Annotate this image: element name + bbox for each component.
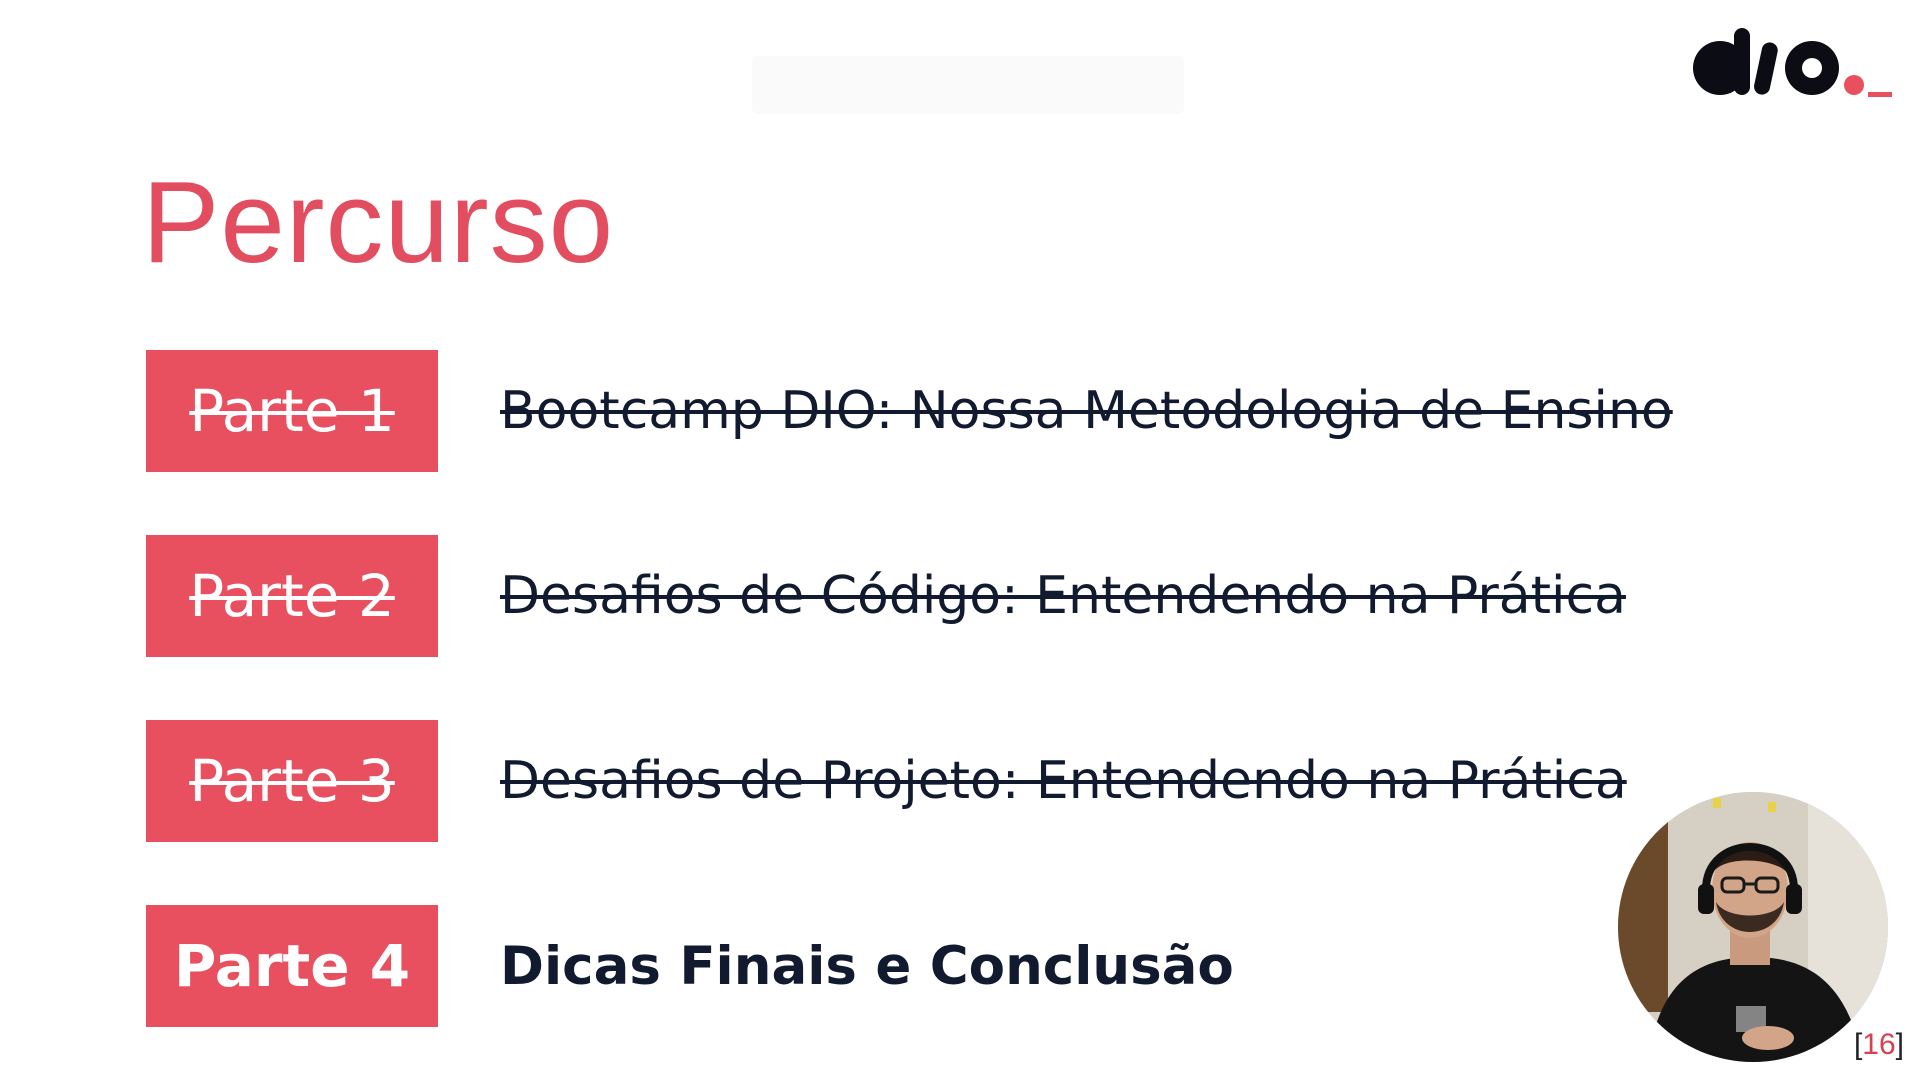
page-number-value: 16 [1862, 1028, 1896, 1061]
presenter-webcam [1618, 792, 1888, 1062]
page-number: [16] [1853, 1028, 1904, 1061]
part-topic: Desafios de Código: Entendendo na Prátic… [500, 566, 1626, 626]
agenda-item-part-3: Parte 3 Desafios de Projeto: Entendendo … [146, 720, 1746, 842]
part-topic: Bootcamp DIO: Nossa Metodologia de Ensin… [500, 381, 1673, 441]
faded-overlay-bar [752, 56, 1184, 114]
dio-logo [1693, 28, 1892, 97]
part-topic: Dicas Finais e Conclusão [500, 935, 1234, 997]
agenda-item-part-2: Parte 2 Desafios de Código: Entendendo n… [146, 535, 1746, 657]
part-topic: Desafios de Projeto: Entendendo na Práti… [500, 751, 1627, 811]
agenda-item-part-4: Parte 4 Dicas Finais e Conclusão [146, 905, 1746, 1027]
part-badge: Parte 2 [146, 535, 438, 657]
part-badge: Parte 3 [146, 720, 438, 842]
part-badge: Parte 1 [146, 350, 438, 472]
part-badge: Parte 4 [146, 905, 438, 1027]
slide-title: Percurso [142, 157, 615, 287]
agenda-list: Parte 1 Bootcamp DIO: Nossa Metodologia … [146, 350, 1746, 1080]
webcam-presenter-icon [1618, 792, 1888, 1062]
presentation-slide: Percurso Parte 1 Bootcamp DIO: Nossa Met… [0, 0, 1920, 1080]
agenda-item-part-1: Parte 1 Bootcamp DIO: Nossa Metodologia … [146, 350, 1746, 472]
